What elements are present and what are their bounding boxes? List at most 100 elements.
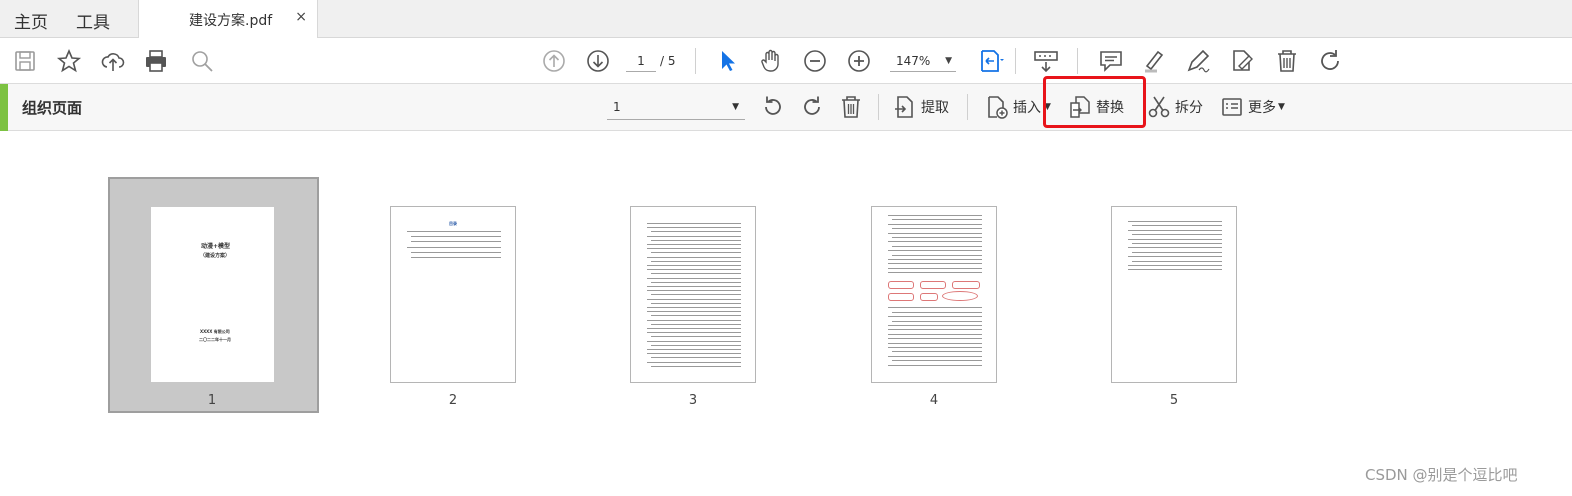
text-line	[651, 302, 741, 304]
tab-document-label: 建设方案.pdf	[189, 13, 273, 29]
fit-page-icon[interactable]	[978, 48, 1004, 74]
text-line	[888, 329, 982, 331]
text-line	[651, 315, 741, 317]
page-down-icon[interactable]	[585, 48, 611, 74]
page-number-label: 4	[929, 393, 939, 408]
rotate-right-icon[interactable]	[800, 95, 824, 119]
split-button[interactable]: 拆分	[1147, 94, 1203, 120]
text-line	[651, 357, 741, 359]
text-line	[892, 311, 982, 313]
text-line	[651, 365, 741, 367]
insert-button[interactable]: 插入 ▼	[985, 94, 1051, 120]
text-line	[647, 349, 741, 350]
text-line	[647, 223, 741, 224]
tab-tools[interactable]: 工具	[76, 8, 110, 33]
rotate-left-icon[interactable]	[761, 95, 785, 119]
text-line	[647, 248, 741, 250]
text-line	[647, 265, 741, 266]
print-icon[interactable]	[143, 48, 169, 74]
text-line	[888, 215, 982, 216]
text-line	[888, 259, 982, 260]
text-line	[888, 355, 982, 357]
zoom-out-icon[interactable]	[802, 48, 828, 74]
extract-label: 提取	[921, 100, 949, 116]
page-number-label: 1	[207, 393, 217, 408]
split-label: 拆分	[1175, 100, 1203, 116]
comment-icon[interactable]	[1098, 48, 1124, 74]
page-number-input[interactable]: 1	[626, 50, 656, 72]
page-number-label: 5	[1169, 393, 1179, 408]
text-line	[1128, 247, 1222, 249]
rotate-icon[interactable]	[1317, 48, 1343, 74]
page-2-heading: 目录	[449, 221, 457, 226]
text-line	[647, 269, 741, 271]
fill-sign-icon[interactable]	[1229, 48, 1255, 74]
text-line	[1132, 234, 1222, 236]
page-thumbnail-3[interactable]	[630, 206, 756, 383]
page-number-label: 3	[688, 393, 698, 408]
tab-bar: 主页 工具 建设方案.pdf ×	[0, 0, 1572, 38]
watermark: CSDN @别是个逗比吧	[1365, 466, 1518, 484]
page-number-label: 2	[448, 393, 458, 408]
text-line	[888, 241, 982, 243]
delete-icon[interactable]	[1274, 48, 1300, 74]
search-icon[interactable]	[189, 48, 215, 74]
highlighter-icon[interactable]	[1141, 48, 1167, 74]
separator	[878, 94, 879, 120]
star-icon[interactable]	[56, 48, 82, 74]
separator	[695, 48, 696, 74]
text-line	[647, 353, 741, 355]
text-line	[1128, 221, 1222, 222]
text-line	[888, 232, 982, 234]
text-line	[892, 254, 982, 256]
delete-page-icon[interactable]	[839, 95, 863, 119]
zoom-in-icon[interactable]	[846, 48, 872, 74]
scroll-mode-icon[interactable]	[1033, 48, 1059, 74]
text-line	[651, 336, 741, 338]
separator	[967, 94, 968, 120]
more-button[interactable]: 更多 ▼	[1220, 94, 1285, 120]
text-line	[647, 307, 741, 308]
page-1-title: 动漫+模型	[201, 243, 231, 250]
upload-cloud-icon[interactable]	[100, 48, 126, 74]
text-line	[647, 277, 741, 279]
replace-highlight-annotation	[1043, 76, 1146, 128]
page-range-select[interactable]: 1 ▼	[607, 94, 745, 120]
text-line	[892, 237, 982, 238]
tab-document[interactable]: 建设方案.pdf ×	[138, 0, 318, 38]
text-line	[888, 333, 982, 335]
page-thumbnail-2[interactable]: 目录	[390, 206, 516, 383]
text-line	[888, 364, 982, 366]
page-up-icon[interactable]	[541, 48, 567, 74]
page-1-footer-company: XXXX 有限公司	[200, 329, 230, 334]
text-line	[1128, 238, 1222, 240]
tab-home[interactable]: 主页	[14, 8, 48, 33]
text-line	[651, 260, 741, 262]
text-line	[888, 307, 982, 309]
text-line	[647, 286, 741, 287]
text-line	[1132, 251, 1222, 253]
text-line	[647, 340, 741, 342]
select-cursor-icon[interactable]	[715, 48, 741, 74]
sign-pen-icon[interactable]	[1185, 48, 1211, 74]
text-line	[651, 323, 741, 325]
text-line	[892, 351, 982, 353]
text-line	[888, 267, 982, 269]
text-line	[892, 228, 982, 230]
text-line	[888, 338, 982, 340]
scissors-icon	[1148, 96, 1170, 118]
hand-tool-icon[interactable]	[758, 48, 784, 74]
text-line	[647, 311, 741, 313]
page-thumbnail-4[interactable]	[871, 206, 997, 383]
extract-button[interactable]: 提取	[893, 94, 949, 120]
main-toolbar: 1 / 5 147% ▼	[0, 38, 1572, 84]
page-thumbnail-5[interactable]	[1111, 206, 1237, 383]
close-icon[interactable]: ×	[295, 9, 307, 25]
page-thumbnail-1[interactable]: 动漫+模型 （建设方案） XXXX 有限公司 二〇二二年十一月	[151, 207, 274, 382]
text-line	[892, 219, 982, 221]
save-icon[interactable]	[12, 48, 38, 74]
text-line	[1128, 256, 1222, 258]
text-line	[651, 231, 741, 233]
chevron-down-icon: ▼	[945, 56, 952, 66]
zoom-level-select[interactable]: 147% ▼	[890, 50, 956, 72]
